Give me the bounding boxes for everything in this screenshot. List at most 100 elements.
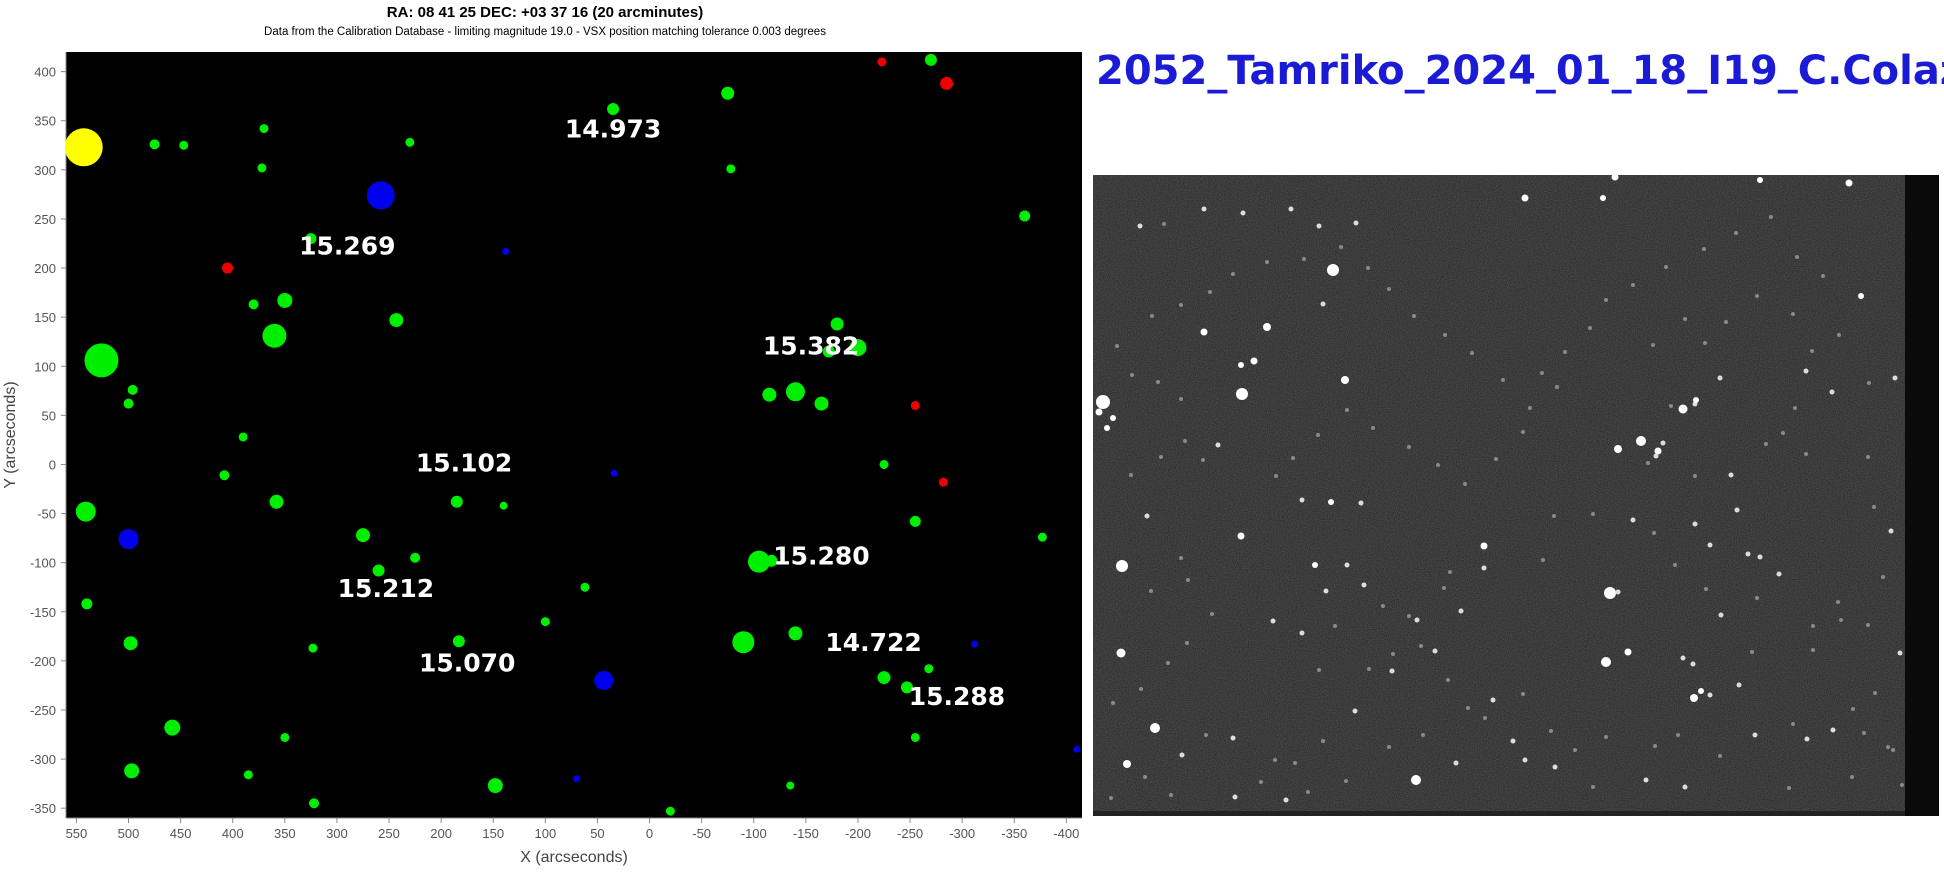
green-star-marker[interactable]: [450, 495, 463, 508]
green-star-marker[interactable]: [785, 382, 805, 402]
photo-star: [1678, 404, 1688, 414]
green-star-marker[interactable]: [910, 732, 920, 742]
y-tick-label: 150: [34, 310, 56, 325]
green-star-marker[interactable]: [747, 550, 770, 573]
green-star-marker[interactable]: [499, 501, 508, 510]
green-star-marker[interactable]: [309, 798, 320, 809]
photo-star: [1162, 222, 1166, 226]
yellow-star-marker[interactable]: [64, 128, 103, 167]
green-star-marker[interactable]: [84, 343, 119, 378]
photo-star: [1095, 408, 1103, 416]
green-star-marker[interactable]: [389, 313, 404, 328]
photo-star: [1900, 783, 1904, 787]
photo-star: [1186, 578, 1190, 582]
green-star-marker[interactable]: [879, 459, 889, 469]
red-star-marker[interactable]: [940, 76, 954, 90]
photo-star: [1693, 474, 1697, 478]
green-star-marker[interactable]: [124, 763, 140, 779]
green-star-marker[interactable]: [1019, 210, 1031, 222]
green-star-marker[interactable]: [788, 626, 803, 641]
green-star-marker[interactable]: [127, 384, 138, 395]
photo-star: [1230, 735, 1236, 741]
red-star-marker[interactable]: [222, 262, 234, 274]
blue-star-marker[interactable]: [118, 529, 139, 550]
green-star-marker[interactable]: [732, 631, 755, 654]
green-star-marker[interactable]: [149, 139, 160, 150]
green-star-marker[interactable]: [164, 719, 181, 736]
photo-star: [1411, 775, 1421, 785]
photo-star: [1631, 283, 1635, 287]
green-star-marker[interactable]: [81, 598, 93, 610]
green-star-marker[interactable]: [269, 494, 284, 509]
green-star-marker[interactable]: [123, 636, 138, 651]
photo-star: [1750, 650, 1754, 654]
photo-star: [1328, 499, 1334, 505]
green-star-marker[interactable]: [830, 317, 844, 331]
photo-star: [1144, 513, 1150, 519]
photo-star: [1389, 668, 1395, 674]
blue-star-marker[interactable]: [971, 640, 979, 648]
photo-star: [1601, 657, 1611, 667]
green-star-marker[interactable]: [75, 501, 96, 522]
green-star-marker[interactable]: [308, 643, 318, 653]
green-star-marker[interactable]: [259, 124, 269, 134]
photo-star: [1179, 303, 1183, 307]
photo-star: [1293, 761, 1297, 765]
blue-star-marker[interactable]: [594, 671, 614, 691]
green-star-marker[interactable]: [219, 470, 230, 481]
green-star-marker[interactable]: [726, 164, 736, 174]
green-star-marker[interactable]: [786, 781, 795, 790]
photo-star: [1123, 760, 1131, 768]
green-star-marker[interactable]: [355, 528, 370, 543]
photo-star: [1528, 406, 1532, 410]
green-star-marker[interactable]: [123, 398, 134, 409]
red-star-marker[interactable]: [938, 477, 948, 487]
photo-star: [1494, 457, 1498, 461]
x-tick-label: 200: [430, 826, 452, 841]
blue-star-marker[interactable]: [573, 775, 581, 783]
photo-star: [1183, 439, 1187, 443]
blue-star-marker[interactable]: [1073, 745, 1081, 753]
green-star-marker[interactable]: [721, 86, 735, 100]
blue-star-marker[interactable]: [610, 469, 618, 477]
photo-star: [1839, 618, 1843, 622]
green-star-marker[interactable]: [487, 778, 503, 794]
photo-star: [1866, 455, 1870, 459]
green-star-marker[interactable]: [257, 163, 267, 173]
photo-star: [1682, 784, 1688, 790]
photo-star: [1676, 733, 1680, 737]
green-star-marker[interactable]: [924, 664, 934, 674]
photo-star: [1116, 560, 1128, 572]
green-star-marker[interactable]: [1037, 532, 1047, 542]
blue-star-marker[interactable]: [366, 181, 395, 210]
green-star-marker[interactable]: [243, 770, 253, 780]
green-star-marker[interactable]: [924, 53, 937, 66]
green-star-marker[interactable]: [405, 137, 415, 147]
green-star-marker[interactable]: [762, 387, 777, 402]
green-star-marker[interactable]: [607, 102, 620, 115]
green-star-marker[interactable]: [814, 396, 829, 411]
photo-star: [1166, 661, 1170, 665]
green-star-marker[interactable]: [248, 299, 259, 310]
photo-star: [1787, 786, 1791, 790]
photo-star: [1707, 542, 1713, 548]
photo-star: [1573, 748, 1577, 752]
red-star-marker[interactable]: [910, 401, 920, 411]
blue-star-marker[interactable]: [502, 247, 510, 255]
green-star-marker[interactable]: [262, 323, 287, 348]
green-star-marker[interactable]: [277, 292, 293, 308]
green-star-marker[interactable]: [540, 617, 550, 627]
green-star-marker[interactable]: [580, 582, 590, 592]
red-star-marker[interactable]: [877, 57, 887, 67]
green-star-marker[interactable]: [452, 635, 465, 648]
photo-star: [1830, 727, 1836, 733]
green-star-marker[interactable]: [238, 432, 248, 442]
photo-star: [1651, 343, 1655, 347]
green-star-marker[interactable]: [909, 515, 921, 527]
green-star-marker[interactable]: [179, 140, 189, 150]
green-star-marker[interactable]: [665, 806, 675, 816]
green-star-marker[interactable]: [410, 552, 421, 563]
green-star-marker[interactable]: [280, 732, 290, 742]
green-star-marker[interactable]: [877, 671, 891, 685]
photo-star: [1757, 177, 1763, 183]
